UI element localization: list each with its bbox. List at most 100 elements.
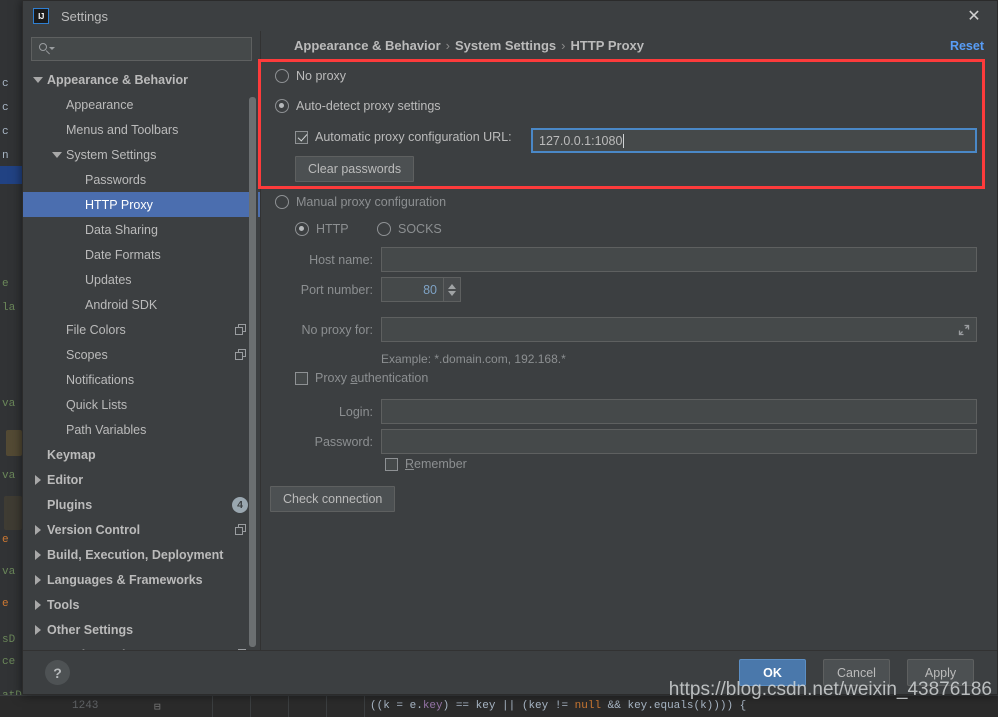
sidebar-item-editor[interactable]: Editor [23,467,260,492]
tree-twisty-empty [50,317,64,342]
tree-twisty-empty [69,242,83,267]
remember-checkbox[interactable] [385,457,398,471]
sidebar-item-system-settings[interactable]: System Settings [23,142,260,167]
http-radio[interactable] [295,222,309,236]
sidebar-item-menus-and-toolbars[interactable]: Menus and Toolbars [23,117,260,142]
sidebar-item-label: System Settings [66,147,157,162]
tree-twisty-empty [31,642,45,650]
expand-icon[interactable] [958,324,970,336]
sidebar-item-passwords[interactable]: Passwords [23,167,260,192]
search-input[interactable] [52,41,251,57]
sidebar-item-label: Other Settings [47,622,134,637]
close-icon[interactable]: ✕ [951,1,997,31]
breadcrumb-separator: › [561,38,566,53]
remember-option[interactable]: Remember [385,457,467,471]
no-proxy-for-input[interactable] [381,317,977,342]
sidebar-item-label: HTTP Proxy [85,197,153,212]
port-number-spinner-buttons[interactable] [443,277,461,302]
auto-config-url-option[interactable]: Automatic proxy configuration URL: [295,130,512,144]
sidebar-item-label: Appearance [66,97,134,112]
chevron-right-icon[interactable] [31,567,45,592]
socks-option[interactable]: SOCKS [377,222,442,236]
sidebar-item-appearance-behavior[interactable]: Appearance & Behavior [23,67,260,92]
auto-config-url-value: 127.0.0.1:1080 [539,133,623,148]
chevron-right-icon[interactable] [31,592,45,617]
ok-button[interactable]: OK [739,659,806,686]
chevron-right-icon[interactable] [31,517,45,542]
auto-detect-label: Auto-detect proxy settings [296,99,441,113]
no-proxy-for-label: No proxy for: [301,323,373,337]
sidebar-scrollbar-track[interactable] [249,67,258,650]
manual-proxy-option[interactable]: Manual proxy configuration [275,195,446,209]
login-input[interactable] [381,399,977,424]
sidebar-item-label: Version Control [47,522,141,537]
bg-code-fragment: ce [2,656,16,668]
sidebar-item-date-formats[interactable]: Date Formats [23,242,260,267]
sidebar-item-quick-lists[interactable]: Quick Lists [23,392,260,417]
sidebar-item-data-sharing[interactable]: Data Sharing [23,217,260,242]
reset-link[interactable]: Reset [950,39,984,53]
no-proxy-option[interactable]: No proxy [275,69,346,83]
sidebar-item-tools[interactable]: Tools [23,592,260,617]
sidebar-item-appearance[interactable]: Appearance [23,92,260,117]
help-button[interactable]: ? [45,660,70,685]
tree-twisty-empty [69,217,83,242]
chevron-right-icon[interactable] [31,617,45,642]
cancel-button[interactable]: Cancel [823,659,890,686]
intellij-logo-icon: IJ [33,8,49,24]
port-number-value[interactable]: 80 [381,277,443,302]
spinner-down-icon[interactable] [448,290,456,296]
http-option[interactable]: HTTP [295,222,349,236]
chevron-right-icon[interactable] [31,542,45,567]
chevron-down-icon[interactable] [31,67,45,92]
sidebar-item-label: Plugins [47,497,93,512]
bg-artifact [6,430,22,456]
auto-config-url-checkbox[interactable] [295,130,308,144]
sidebar-item-notifications[interactable]: Notifications [23,367,260,392]
sidebar-item-languages-frameworks[interactable]: Languages & Frameworks [23,567,260,592]
chevron-down-icon[interactable] [50,142,64,167]
sidebar-item-other-settings[interactable]: Other Settings [23,617,260,642]
code-fold-icon[interactable]: ⊟ [154,700,161,714]
sidebar-scrollbar-thumb[interactable] [249,97,256,647]
auto-detect-radio[interactable] [275,99,289,113]
port-number-stepper[interactable]: 80 [381,277,461,302]
breadcrumb-part-1[interactable]: Appearance & Behavior [294,38,441,53]
host-name-input[interactable] [381,247,977,272]
sidebar-item-experimental[interactable]: Experimental [23,642,260,650]
plugins-update-badge: 4 [232,497,248,513]
sidebar-item-scopes[interactable]: Scopes [23,342,260,367]
dialog-body: Appearance & Behavior Appearance Menus and… [23,31,997,650]
breadcrumb-part-2[interactable]: System Settings [455,38,556,53]
sidebar-item-path-variables[interactable]: Path Variables [23,417,260,442]
chevron-right-icon[interactable] [31,467,45,492]
spinner-up-icon[interactable] [448,283,456,289]
sidebar-item-file-colors[interactable]: File Colors [23,317,260,342]
no-proxy-radio[interactable] [275,69,289,83]
socks-radio[interactable] [377,222,391,236]
sidebar-item-keymap[interactable]: Keymap [23,442,260,467]
settings-tree[interactable]: Appearance & Behavior Appearance Menus and… [23,67,260,650]
sidebar-item-http-proxy[interactable]: HTTP Proxy [23,192,260,217]
settings-content: Appearance & Behavior › System Settings › HT… [260,31,997,650]
search-box[interactable] [31,37,252,61]
copy-icon [235,324,246,335]
sidebar-item-updates[interactable]: Updates [23,267,260,292]
sidebar-item-version-control[interactable]: Version Control [23,517,260,542]
apply-button[interactable]: Apply [907,659,974,686]
sidebar-item-android-sdk[interactable]: Android SDK [23,292,260,317]
proxy-auth-option[interactable]: Proxy authentication [295,371,428,385]
check-connection-button[interactable]: Check connection [270,486,396,512]
auto-detect-option[interactable]: Auto-detect proxy settings [275,99,441,113]
sidebar-item-plugins[interactable]: Plugins 4 [23,492,260,517]
clear-passwords-button[interactable]: Clear passwords [295,156,415,182]
proxy-auth-checkbox[interactable] [295,371,308,385]
login-label: Login: [338,405,373,419]
sidebar-item-build-execution-deployment[interactable]: Build, Execution, Deployment [23,542,260,567]
manual-proxy-radio[interactable] [275,195,289,209]
auto-config-url-input[interactable]: 127.0.0.1:1080 [531,128,977,153]
tree-twisty-empty [69,192,83,217]
password-input[interactable] [381,429,977,454]
sidebar-item-label: Updates [85,272,132,287]
port-number-label: Port number: [300,283,373,297]
